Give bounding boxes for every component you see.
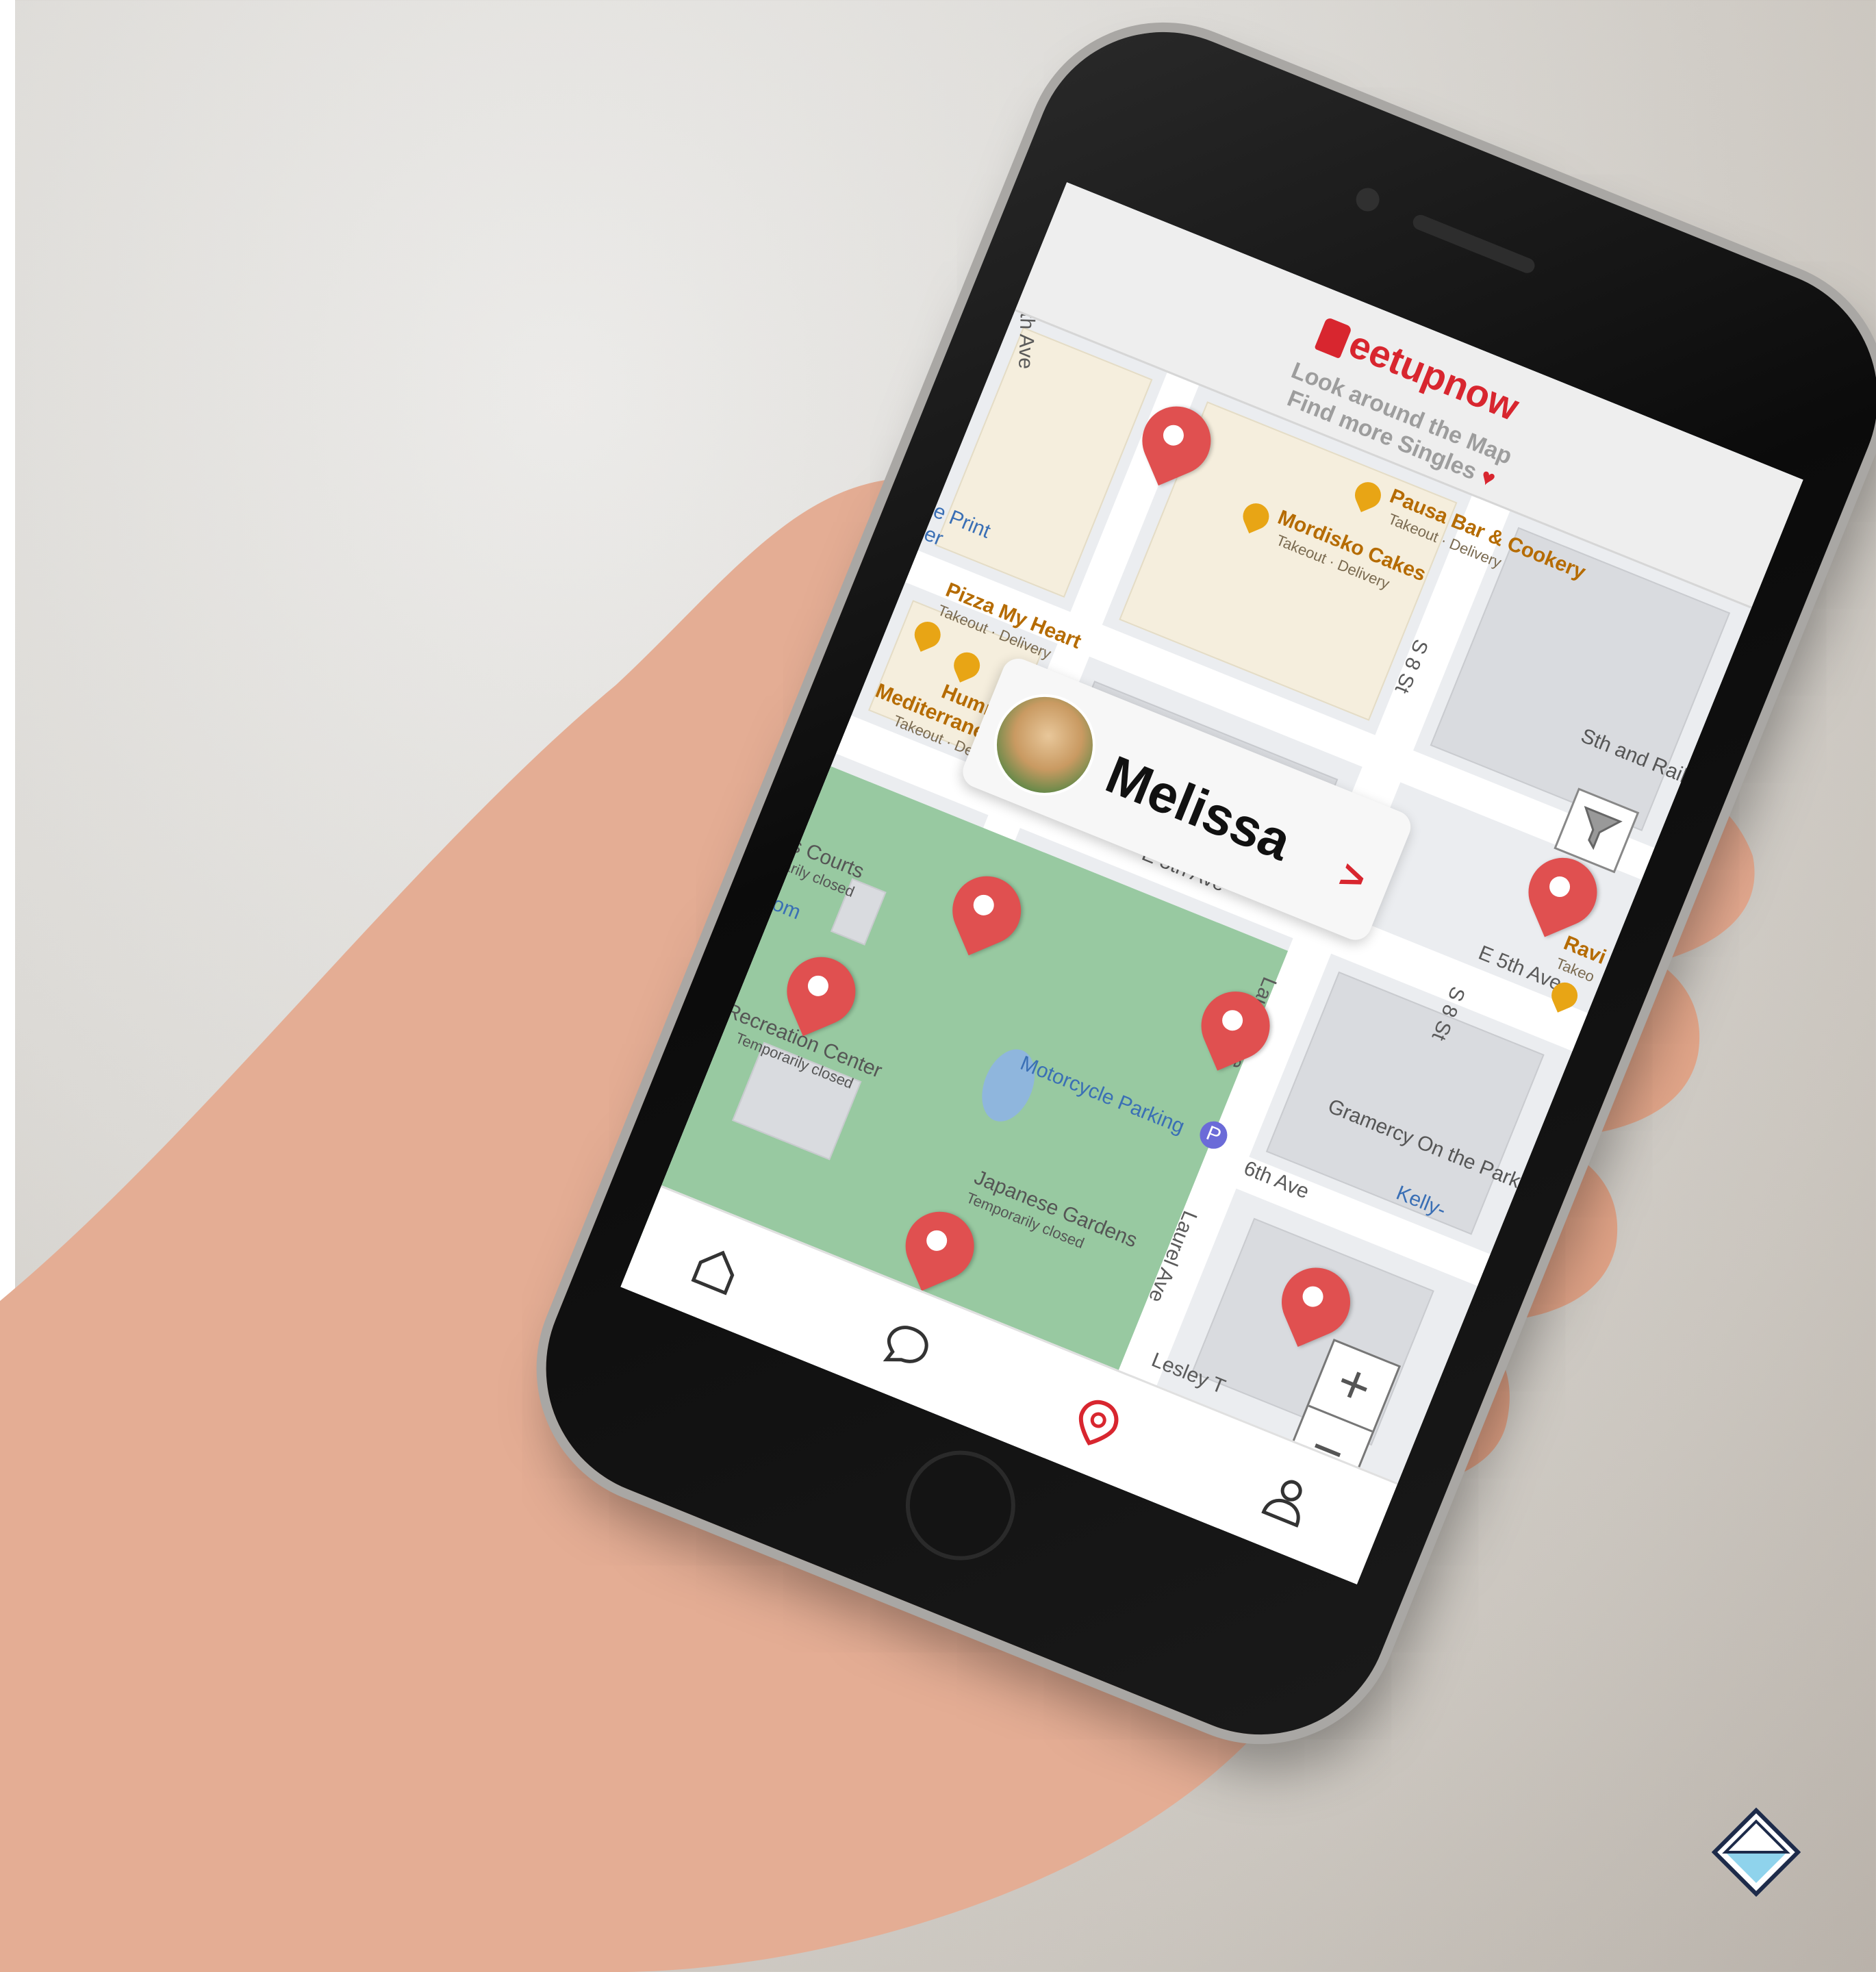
- street-label: th Ave: [1014, 312, 1039, 370]
- heart-icon: ♥: [1476, 463, 1499, 493]
- profile-avatar[interactable]: [978, 679, 1111, 811]
- chevron-right-icon[interactable]: >: [1333, 850, 1373, 903]
- nav-home[interactable]: [681, 1233, 752, 1304]
- home-icon: [691, 1250, 735, 1295]
- nav-chat[interactable]: [872, 1310, 943, 1381]
- chat-icon: [883, 1326, 928, 1363]
- map-pin-icon: [1078, 1400, 1119, 1445]
- diamond-logo-icon: [1712, 1808, 1801, 1897]
- nav-profile[interactable]: [1252, 1464, 1323, 1535]
- profile-icon: [1261, 1480, 1302, 1528]
- nav-map[interactable]: [1062, 1387, 1133, 1458]
